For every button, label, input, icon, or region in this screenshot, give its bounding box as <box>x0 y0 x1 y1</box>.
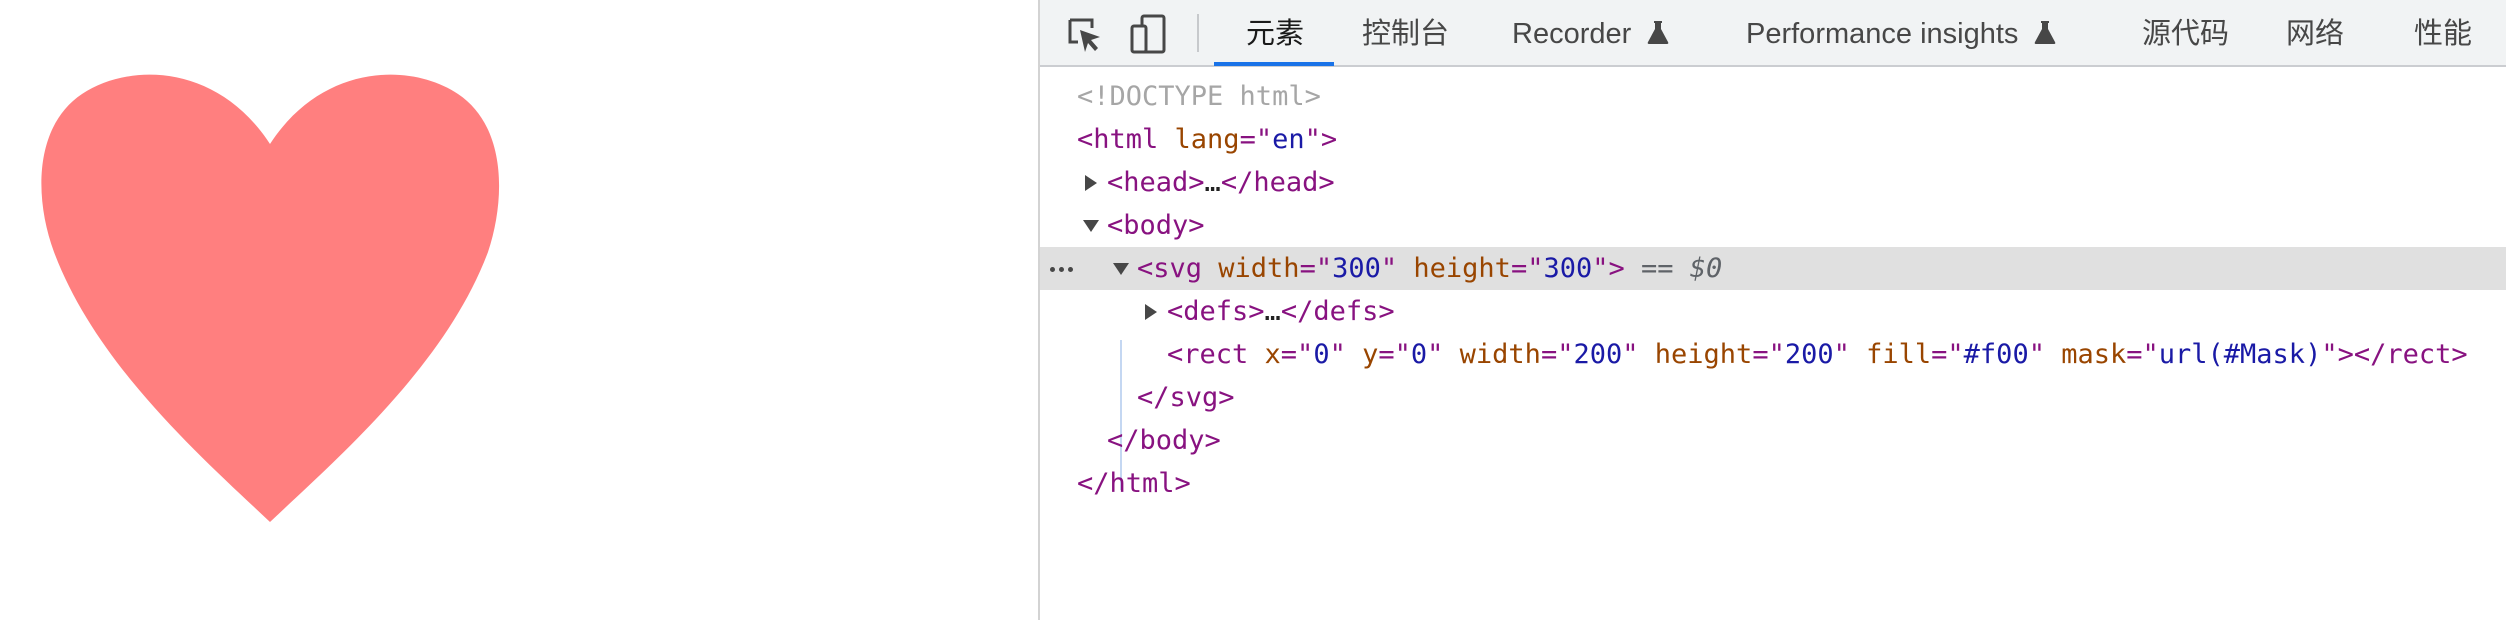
body-open-tag: <body> <box>1107 210 1205 241</box>
html-attr-eq: =" <box>1239 124 1273 155</box>
rect-fill-name: fill <box>1849 339 1932 370</box>
dom-line-defs[interactable]: <defs>…</defs> <box>1040 290 2506 333</box>
rect-x-value: 0 <box>1313 339 1330 370</box>
html-attr-name: lang <box>1158 124 1240 155</box>
tab-console-label: 控制台 <box>1362 18 1450 50</box>
dom-line-head[interactable]: <head>…</head> <box>1040 161 2506 204</box>
defs-element: <defs>…</defs> <box>1167 290 1395 333</box>
svg-close-tag: </svg> <box>1137 382 1235 413</box>
head-close-tag: </head> <box>1220 167 1335 198</box>
html-open-tag: <html lang="en"> <box>1077 118 1337 161</box>
active-tab-indicator <box>1214 62 1334 66</box>
defs-close-tag: </defs> <box>1280 296 1395 327</box>
dom-line-html[interactable]: <html lang="en"> <box>1040 118 2506 161</box>
rect-close-tag: ></rect> <box>2337 339 2468 370</box>
dom-line-svg-close[interactable]: </svg> <box>1040 376 2506 419</box>
defs-open-tag: <defs> <box>1167 296 1265 327</box>
flask-icon <box>1647 2 1669 70</box>
head-open-tag: <head> <box>1107 167 1205 198</box>
device-toolbar-icon[interactable] <box>1128 12 1172 56</box>
svg-height-name: height <box>1397 253 1511 284</box>
rect-mask-value: url(#Mask) <box>2158 339 2322 370</box>
dom-line-rect[interactable]: <rect x="0" y="0" width="200" height="20… <box>1040 333 2506 376</box>
rect-tag-name: <rect <box>1167 339 1249 370</box>
head-ellipsis[interactable]: … <box>1205 167 1221 198</box>
tab-sources[interactable]: 源代码 <box>2142 0 2229 65</box>
dom-line-html-close[interactable]: </html> <box>1040 462 2506 505</box>
selected-node-marker: == $0 <box>1624 253 1723 284</box>
html-attr-value: en <box>1272 124 1305 155</box>
expand-triangle-icon[interactable] <box>1145 304 1157 320</box>
svg-width-name: width <box>1202 253 1300 284</box>
devtools-panel: 元素 控制台 Recorder Performance insights 源代码… <box>1040 0 2506 620</box>
tab-performance-label: 性能 <box>2414 18 2473 50</box>
rect-height-name: height <box>1638 339 1753 370</box>
tab-recorder[interactable]: Recorder <box>1512 0 1669 65</box>
tab-performance-insights-label: Performance insights <box>1746 18 2019 50</box>
rendered-page <box>0 0 1038 620</box>
head-element: <head>…</head> <box>1107 161 1335 204</box>
svg-open-end: > <box>1608 253 1625 284</box>
tab-performance[interactable]: 性能 <box>2414 0 2472 65</box>
dom-line-doctype[interactable]: <!DOCTYPE html> <box>1040 75 2506 118</box>
svg-width-value: 300 <box>1332 253 1381 284</box>
flask-icon <box>2034 2 2056 70</box>
html-attr-close: "> <box>1304 124 1338 155</box>
devtools-toolbar: 元素 控制台 Recorder Performance insights 源代码… <box>1040 0 2506 67</box>
heart-shape <box>38 74 504 522</box>
rect-width-value: 200 <box>1573 339 1623 370</box>
tab-sources-label: 源代码 <box>2142 18 2230 50</box>
defs-ellipsis[interactable]: … <box>1265 296 1281 327</box>
rect-fill-value: #f00 <box>1963 339 2029 370</box>
tab-console[interactable]: 控制台 <box>1362 0 1449 65</box>
tab-elements-label: 元素 <box>1246 18 1305 50</box>
rect-y-name: y <box>1345 339 1379 370</box>
html-close-tag: </html> <box>1077 468 1191 499</box>
tab-performance-insights[interactable]: Performance insights <box>1746 0 2056 65</box>
more-options-icon[interactable] <box>1048 247 1082 290</box>
tab-network-label: 网络 <box>2286 18 2345 50</box>
rect-width-name: width <box>1443 339 1541 370</box>
rect-x-name: x <box>1248 339 1281 370</box>
tab-elements[interactable]: 元素 <box>1246 0 1304 65</box>
rect-element: <rect x="0" y="0" width="200" height="20… <box>1167 339 2468 370</box>
dom-line-svg[interactable]: <svg width="300" height="300"> == $0 <box>1040 247 2506 290</box>
collapse-triangle-icon[interactable] <box>1113 263 1129 275</box>
rect-mask-name: mask <box>2044 339 2127 370</box>
tab-recorder-label: Recorder <box>1512 18 1632 50</box>
doctype-text: <!DOCTYPE html> <box>1077 81 1321 112</box>
rect-y-value: 0 <box>1410 339 1428 370</box>
expand-triangle-icon[interactable] <box>1085 175 1097 191</box>
tab-network[interactable]: 网络 <box>2286 0 2344 65</box>
collapse-triangle-icon[interactable] <box>1083 220 1099 232</box>
inspect-element-icon[interactable] <box>1062 12 1106 56</box>
svg-open-tag: <svg width="300" height="300"> == $0 <box>1137 253 1723 284</box>
dom-line-body[interactable]: <body> <box>1040 204 2506 247</box>
body-close-tag: </body> <box>1107 425 1221 456</box>
toolbar-separator <box>1197 14 1199 52</box>
svg-height-value: 300 <box>1543 253 1593 284</box>
dom-line-body-close[interactable]: </body> <box>1040 419 2506 462</box>
rect-height-value: 200 <box>1784 339 1834 370</box>
html-tag-name: <html <box>1077 124 1159 155</box>
svg-tag-name: <svg <box>1137 253 1203 284</box>
